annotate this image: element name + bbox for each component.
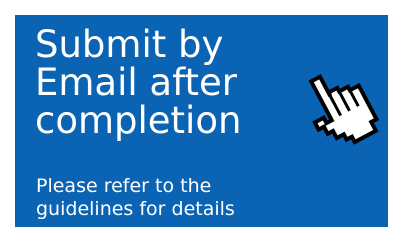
headline-line: completion [35,99,242,142]
subtext-line: Please refer to the [36,175,212,197]
headline-line: Submit by [35,23,224,66]
banner-subtext: Please refer to the guidelines for detai… [36,175,296,221]
banner-headline: Submit by Email after completion [35,26,295,140]
pointing-hand-cursor-icon [308,74,380,145]
subtext-line: guidelines for details [36,198,235,220]
headline-line: Email after [35,61,237,104]
submit-by-email-banner[interactable]: Submit by Email after completion Please … [15,15,388,227]
